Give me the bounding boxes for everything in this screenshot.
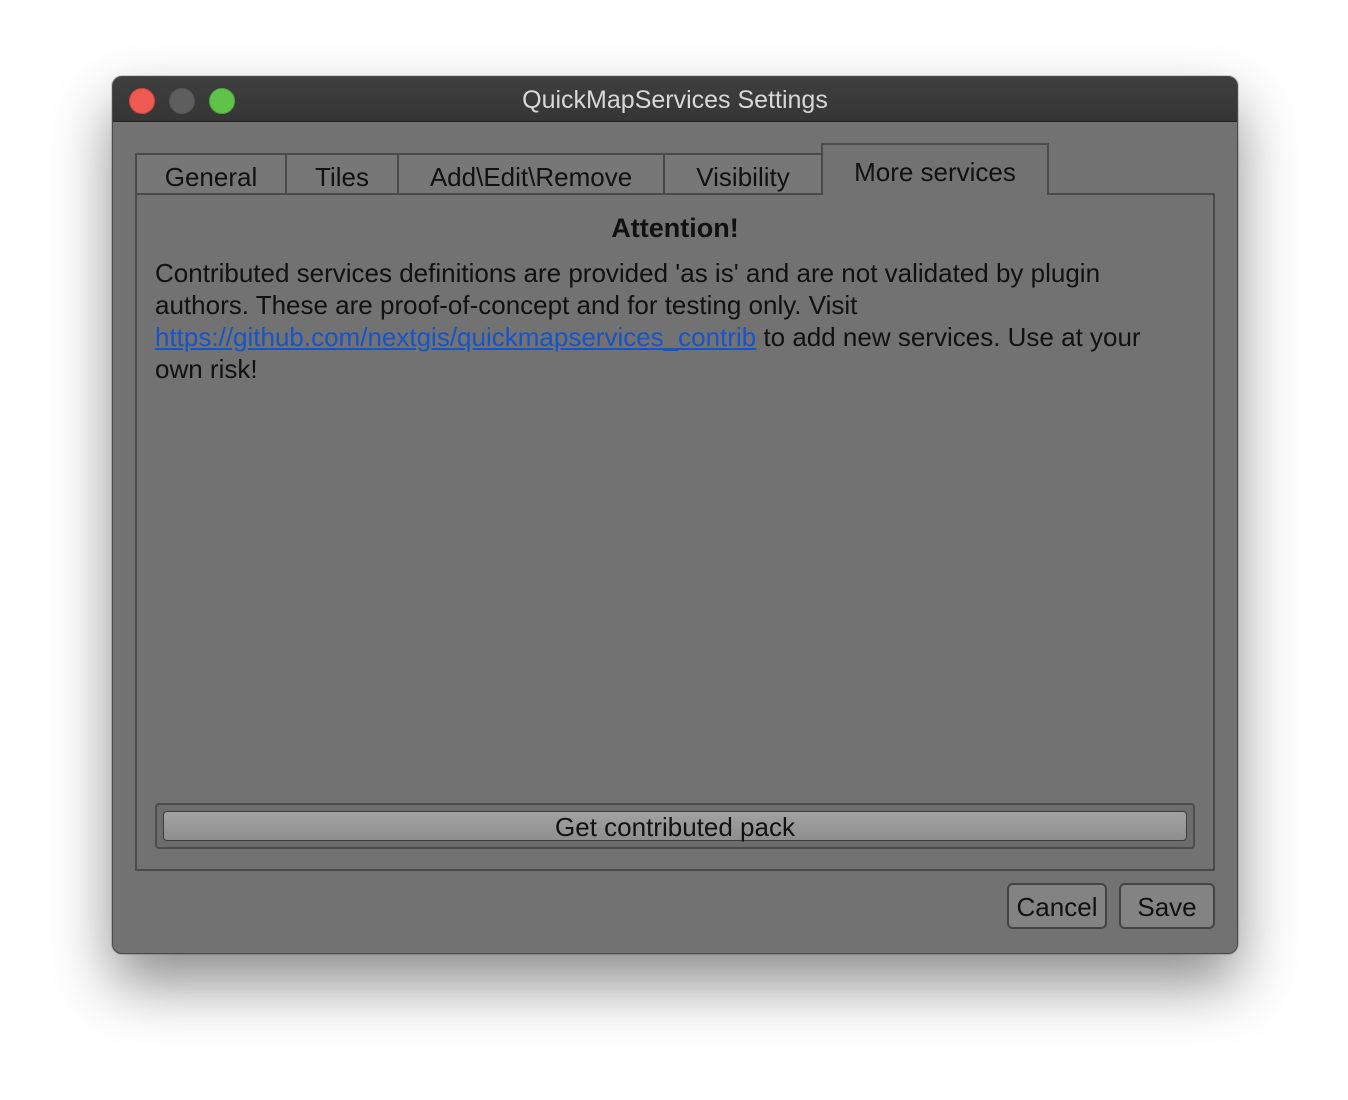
- pack-button-frame: Get contributed pack: [155, 803, 1195, 849]
- get-contributed-pack-button[interactable]: Get contributed pack: [163, 811, 1187, 842]
- cancel-button[interactable]: Cancel: [1007, 883, 1107, 929]
- contrib-repo-link[interactable]: https://github.com/nextgis/quickmapservi…: [155, 322, 756, 352]
- disclaimer-text: Contributed services definitions are pro…: [155, 257, 1183, 385]
- attention-heading: Attention!: [611, 213, 739, 243]
- window-title: QuickMapServices Settings: [522, 86, 828, 114]
- tab-visibility[interactable]: Visibility: [663, 153, 823, 193]
- tab-tiles[interactable]: Tiles: [285, 153, 399, 193]
- tab-general[interactable]: General: [135, 153, 287, 193]
- title-bar[interactable]: QuickMapServices Settings: [113, 77, 1237, 122]
- tab-bar: General Tiles Add\Edit\Remove Visibility…: [135, 143, 1215, 195]
- settings-dialog: QuickMapServices Settings General Tiles …: [112, 76, 1238, 954]
- save-button[interactable]: Save: [1119, 883, 1215, 929]
- more-services-pane: Attention! Contributed services definiti…: [135, 193, 1215, 871]
- tab-add-edit-remove[interactable]: Add\Edit\Remove: [397, 153, 665, 193]
- disclaimer-text-start: Contributed services definitions are pro…: [155, 258, 1101, 320]
- tab-more-services[interactable]: More services: [821, 143, 1049, 195]
